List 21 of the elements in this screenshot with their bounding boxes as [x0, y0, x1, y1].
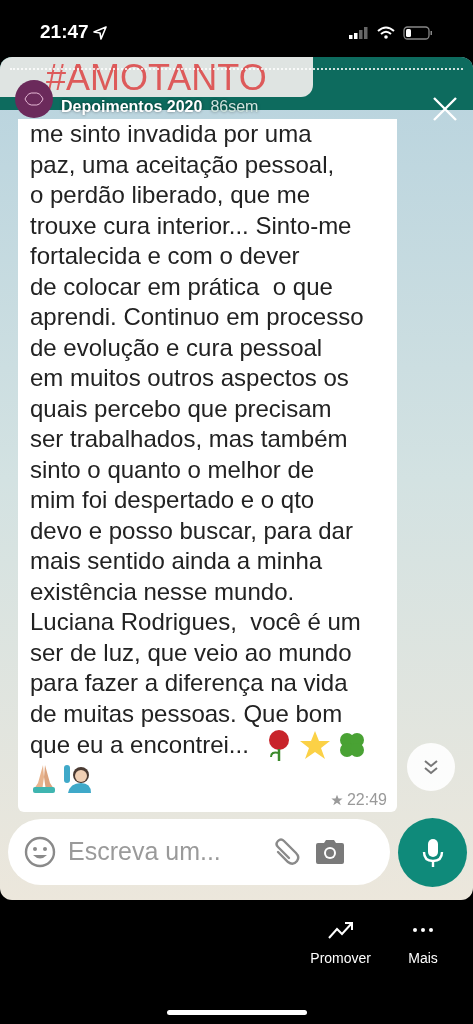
message-time: 22:49 — [346, 790, 387, 810]
double-chevron-down-icon — [422, 758, 440, 776]
message-input[interactable]: Escreva um... — [68, 833, 258, 871]
microphone-icon — [420, 836, 445, 869]
message-field[interactable]: Escreva um... — [8, 819, 390, 885]
banner-text: #AMOTANTO — [46, 59, 267, 97]
trend-up-icon — [326, 920, 355, 940]
more-icon — [413, 927, 433, 933]
more-button[interactable]: Mais — [395, 920, 451, 969]
close-icon[interactable] — [432, 96, 458, 122]
raising-hand-person-icon — [62, 763, 92, 793]
status-time: 21:47 — [40, 20, 89, 45]
battery-icon — [403, 25, 433, 40]
camera-icon[interactable] — [314, 838, 346, 866]
signal-icon — [349, 26, 369, 39]
promote-button[interactable]: Promover — [310, 920, 371, 969]
smiley-icon[interactable] — [24, 836, 56, 868]
wifi-icon — [377, 26, 395, 39]
message-text: que eu a encontrei... — [30, 729, 249, 760]
star-icon — [298, 729, 331, 761]
location-arrow-icon — [92, 25, 107, 40]
